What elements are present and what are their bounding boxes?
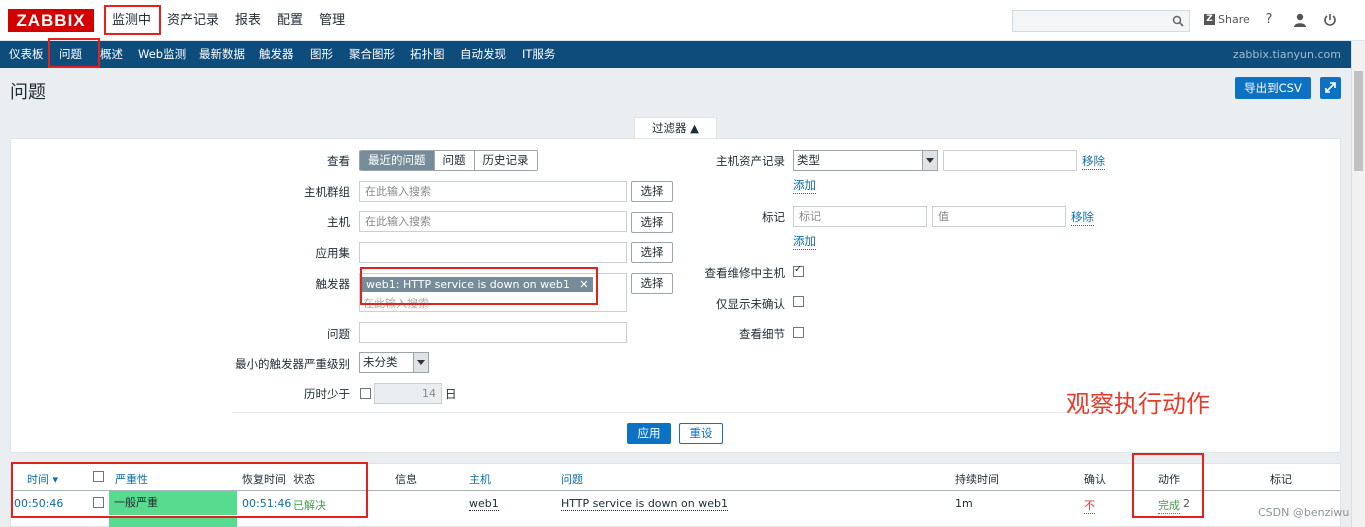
help-icon[interactable]: ?	[1262, 12, 1276, 28]
row-ack[interactable]: 不	[1084, 497, 1095, 514]
col-problem[interactable]: 问题	[561, 471, 583, 487]
vertical-scrollbar[interactable]	[1351, 41, 1365, 527]
tag-name-input[interactable]: 标记	[793, 206, 927, 227]
col-info: 信息	[395, 473, 417, 486]
age-unit: 日	[445, 387, 457, 401]
host-group-select-button[interactable]: 选择	[631, 181, 673, 202]
application-label: 应用集	[315, 246, 351, 260]
show-mode-toggle: 最近的问题 问题 历史记录	[359, 150, 538, 171]
zabbix-logo[interactable]: ZABBIX	[8, 9, 94, 32]
share-icon: Z	[1204, 14, 1215, 25]
top-header: ZABBIX 监测中 资产记录 报表 配置 管理 Z Share ?	[0, 0, 1365, 41]
show-label: 查看	[327, 154, 350, 168]
inventory-add-link[interactable]: 添加	[793, 177, 816, 194]
min-severity-label: 最小的触发器严重级别	[235, 357, 350, 371]
details-checkbox[interactable]	[793, 327, 804, 338]
menu-reports[interactable]: 报表	[227, 0, 269, 41]
chevron-down-icon	[413, 353, 428, 372]
col-host[interactable]: 主机	[469, 471, 491, 487]
apply-button[interactable]: 应用	[627, 423, 671, 444]
row-problem[interactable]: HTTP service is down on web1	[561, 497, 728, 511]
fullscreen-button[interactable]	[1320, 77, 1341, 99]
annotation-box-trigger	[360, 267, 598, 305]
subnav-screens[interactable]: 聚合图形	[349, 41, 395, 68]
search-icon[interactable]	[1172, 15, 1184, 27]
subnav-triggers[interactable]: 触发器	[259, 41, 294, 68]
menu-inventory[interactable]: 资产记录	[159, 0, 227, 41]
tag-value-input[interactable]: 值	[932, 206, 1066, 227]
export-csv-button[interactable]: 导出到CSV	[1235, 77, 1311, 99]
problem-input[interactable]	[359, 322, 627, 343]
annotation-box-table	[11, 462, 368, 518]
col-duration: 持续时间	[955, 473, 999, 486]
server-name: zabbix.tianyun.com	[1232, 48, 1341, 61]
tag-remove-link[interactable]: 移除	[1071, 209, 1094, 226]
filter-tab[interactable]: 过滤器 ▲	[634, 117, 717, 139]
application-select-button[interactable]: 选择	[631, 242, 673, 263]
show-history[interactable]: 历史记录	[473, 151, 537, 170]
annotation-text: 观察执行动作	[1066, 390, 1210, 418]
scrollbar-thumb[interactable]	[1354, 71, 1363, 171]
page-title: 问题	[10, 82, 46, 103]
problem-label: 问题	[327, 327, 350, 341]
watermark: CSDN @benziwu	[1258, 506, 1350, 519]
show-recent-problems[interactable]: 最近的问题	[360, 151, 434, 170]
fullscreen-icon	[1325, 82, 1336, 93]
subnav-dashboard[interactable]: 仪表板	[9, 41, 44, 68]
host-group-label: 主机群组	[304, 185, 350, 199]
details-label: 查看细节	[739, 327, 785, 341]
subnav-discovery[interactable]: 自动发现	[460, 41, 506, 68]
unack-checkbox[interactable]	[793, 296, 804, 307]
trigger-label: 触发器	[315, 277, 351, 291]
reset-button[interactable]: 重设	[679, 423, 723, 444]
row-duration: 1m	[955, 497, 973, 510]
inventory-label: 主机资产记录	[716, 154, 785, 168]
subnav-maps[interactable]: 拓扑图	[410, 41, 445, 68]
trigger-select-button[interactable]: 选择	[631, 273, 673, 294]
min-severity-value: 未分类	[363, 355, 398, 369]
user-profile-icon[interactable]	[1293, 12, 1307, 28]
show-problems[interactable]: 问题	[433, 151, 474, 170]
sub-navigation: 仪表板 问题 概述 Web监测 最新数据 触发器 图形 聚合图形 拓扑图 自动发…	[0, 41, 1351, 68]
annotation-box-problems	[48, 38, 100, 68]
tags-label: 标记	[762, 210, 785, 224]
unack-label: 仅显示未确认	[716, 297, 785, 311]
row-host[interactable]: web1	[469, 497, 499, 511]
col-ack: 确认	[1084, 473, 1106, 486]
age-checkbox[interactable]	[360, 388, 371, 399]
host-select-button[interactable]: 选择	[631, 212, 673, 233]
host-group-input[interactable]: 在此输入搜索	[359, 181, 627, 202]
subnav-latest-data[interactable]: 最新数据	[199, 41, 245, 68]
inventory-type-value: 类型	[797, 153, 820, 167]
maintenance-label: 查看维修中主机	[704, 266, 786, 280]
min-severity-select[interactable]: 未分类	[359, 352, 429, 373]
col-tags: 标记	[1270, 473, 1292, 486]
host-label: 主机	[327, 215, 350, 229]
subnav-web[interactable]: Web监测	[138, 41, 186, 68]
menu-configuration[interactable]: 配置	[269, 0, 311, 41]
tag-add-link[interactable]: 添加	[793, 233, 816, 250]
filter-divider	[232, 412, 1112, 413]
subnav-overview[interactable]: 概述	[100, 41, 123, 68]
share-button[interactable]: Z Share	[1204, 13, 1250, 26]
chevron-down-icon	[922, 151, 937, 170]
subnav-graphs[interactable]: 图形	[310, 41, 333, 68]
share-label: Share	[1218, 13, 1250, 26]
age-label: 历时少于	[304, 387, 350, 401]
subnav-it-services[interactable]: IT服务	[522, 41, 555, 68]
sign-out-icon[interactable]	[1323, 12, 1337, 28]
age-days-input[interactable]: 14	[374, 383, 442, 404]
inventory-remove-link[interactable]: 移除	[1082, 153, 1105, 170]
host-input[interactable]: 在此输入搜索	[359, 211, 627, 232]
menu-administration[interactable]: 管理	[311, 0, 353, 41]
global-search-input[interactable]	[1012, 10, 1190, 32]
maintenance-checkbox[interactable]	[793, 264, 804, 277]
annotation-box-actions	[1132, 453, 1204, 518]
annotation-box-monitoring	[104, 5, 161, 35]
inventory-value-input[interactable]	[943, 150, 1077, 171]
inventory-type-select[interactable]: 类型	[793, 150, 938, 171]
application-input[interactable]	[359, 242, 627, 263]
